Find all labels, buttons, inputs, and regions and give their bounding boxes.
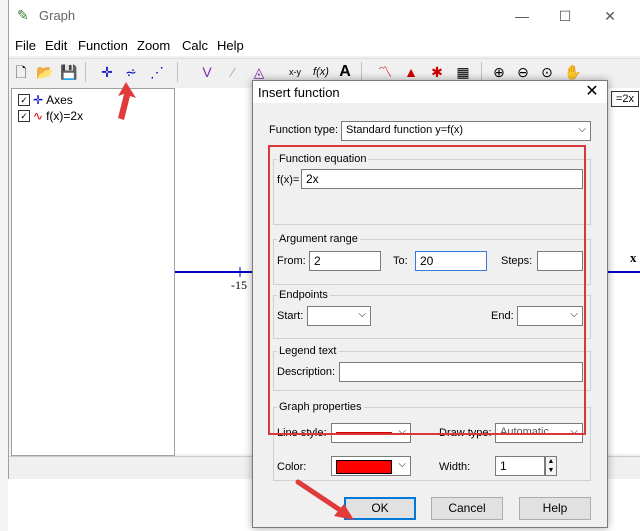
- pan-hand-icon[interactable]: ✋: [563, 62, 583, 82]
- zoom-out-icon[interactable]: ⊖: [513, 62, 533, 82]
- dialog-close-icon[interactable]: ✕: [581, 81, 603, 103]
- tree-item-label: Axes: [46, 93, 73, 107]
- app-title: Graph: [39, 8, 76, 23]
- dialog-title: Insert function: [258, 85, 340, 100]
- derivative-icon[interactable]: 〽: [375, 62, 395, 82]
- toolbar-separator: [177, 62, 178, 82]
- open-folder-icon[interactable]: 📂: [35, 62, 55, 82]
- zoom-in-icon[interactable]: ⊕: [489, 62, 509, 82]
- save-icon[interactable]: 💾: [59, 62, 79, 82]
- menu-zoom[interactable]: Zoom: [137, 38, 170, 53]
- x-axis-name: x: [630, 250, 637, 265]
- menu-edit[interactable]: Edit: [45, 38, 67, 53]
- background-window-strip: [0, 0, 8, 531]
- toolbar-separator: [85, 62, 86, 82]
- axes-icon: ✛: [33, 93, 44, 107]
- color-label: Color:: [277, 461, 307, 473]
- table-icon[interactable]: ▦: [453, 62, 473, 82]
- legend-box: =2x: [611, 91, 640, 107]
- area-icon[interactable]: ▲: [401, 62, 421, 82]
- color-select[interactable]: ⌵: [331, 456, 411, 476]
- toolbar-separator: [481, 62, 482, 82]
- fx-icon[interactable]: f(x): [311, 62, 331, 82]
- dialog-titlebar: Insert function ✕: [253, 81, 607, 103]
- tangent-icon[interactable]: V: [197, 62, 217, 82]
- annotation-arrow-ok: [295, 479, 354, 520]
- width-input[interactable]: [495, 456, 545, 476]
- menu-calc[interactable]: Calc: [182, 38, 208, 53]
- function-type-select[interactable]: Standard function y=f(x) ⌵: [341, 121, 591, 141]
- xy-icon[interactable]: x-y: [285, 62, 305, 82]
- trace-icon[interactable]: ✱: [427, 62, 447, 82]
- close-icon[interactable]: ✕: [600, 6, 620, 26]
- chevron-down-icon: ⌵: [398, 459, 406, 470]
- relation-icon[interactable]: ⁄: [223, 62, 243, 82]
- curve-icon: ∿: [33, 109, 44, 123]
- text-label-icon[interactable]: A: [335, 62, 355, 82]
- chevron-down-icon: ⌵: [578, 124, 586, 135]
- new-file-icon[interactable]: 🗋: [11, 62, 31, 82]
- app-logo-icon: ✎: [17, 7, 29, 23]
- help-button[interactable]: Help: [519, 497, 591, 520]
- function-type-label: Function type:: [269, 124, 339, 136]
- function-list-panel: ✓ ✛ Axes ✓ ∿ f(x)=2x: [11, 88, 175, 456]
- width-spinner[interactable]: ▲ ▼: [545, 456, 557, 476]
- function-checkbox[interactable]: ✓: [18, 110, 30, 122]
- menu-help[interactable]: Help: [217, 38, 244, 53]
- menu-function[interactable]: Function: [78, 38, 128, 53]
- tree-item-function[interactable]: ✓ ∿ f(x)=2x: [18, 108, 84, 124]
- axes-checkbox[interactable]: ✓: [18, 94, 30, 106]
- annotation-highlight-frame: [268, 145, 586, 435]
- menu-file[interactable]: File: [15, 38, 36, 53]
- shading-icon[interactable]: ◬: [249, 62, 269, 82]
- app-titlebar: ✎ Graph — ☐ ✕: [9, 0, 640, 32]
- tree-item-label: f(x)=2x: [46, 109, 84, 123]
- color-swatch: [336, 460, 392, 474]
- cancel-button[interactable]: Cancel: [431, 497, 503, 520]
- x-tick-label: -15: [231, 278, 247, 292]
- zoom-fit-icon[interactable]: ⊙: [537, 62, 557, 82]
- width-label: Width:: [439, 461, 471, 473]
- tree-item-axes[interactable]: ✓ ✛ Axes: [18, 92, 73, 108]
- minimize-icon[interactable]: —: [512, 6, 532, 26]
- function-type-value: Standard function y=f(x): [346, 124, 464, 136]
- maximize-icon[interactable]: ☐: [555, 6, 575, 26]
- annotation-arrow-toolbar: [118, 82, 136, 120]
- toolbar-separator: [361, 62, 362, 82]
